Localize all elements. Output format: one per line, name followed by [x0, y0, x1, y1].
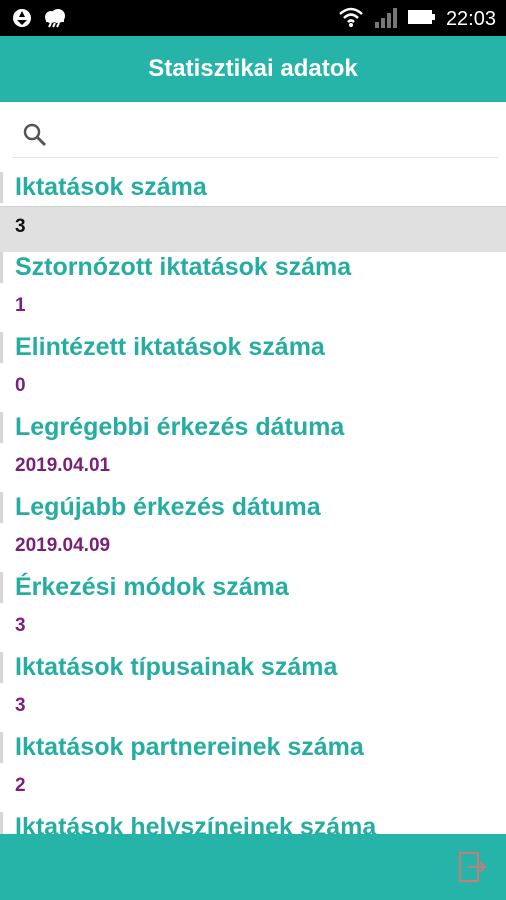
stat-item[interactable]: Legrégebbi érkezés dátuma 2019.04.01 — [0, 412, 506, 492]
stat-item[interactable]: Érkezési módok száma 3 — [0, 572, 506, 652]
battery-icon — [407, 8, 436, 31]
stat-value: 2019.04.01 — [15, 455, 111, 476]
wifi-icon — [338, 6, 364, 33]
aperture-icon — [12, 8, 32, 33]
stats-list[interactable]: Iktatások száma 3 Sztornózott iktatások sz… — [0, 172, 506, 834]
stat-item[interactable]: Elintézett iktatások száma 0 — [0, 332, 506, 412]
stat-value: 3 — [15, 695, 26, 716]
stat-value: 2 — [15, 775, 26, 796]
stat-label: Legújabb érkezés dátuma — [15, 493, 321, 521]
stat-item[interactable]: Legújabb érkezés dátuma 2019.04.09 — [0, 492, 506, 572]
search-bar[interactable] — [12, 110, 498, 158]
logout-icon[interactable] — [458, 851, 488, 883]
signal-icon — [374, 6, 398, 33]
stat-value: 1 — [15, 295, 26, 316]
stat-item[interactable]: Iktatások partnereinek száma 2 — [0, 732, 506, 812]
stat-value: 3 — [0, 206, 506, 252]
stat-label: Legrégebbi érkezés dátuma — [15, 413, 345, 441]
stat-label: Iktatások helyszíneinek száma — [15, 813, 377, 834]
stat-label: Iktatások típusainak száma — [15, 653, 338, 681]
stat-value: 3 — [15, 615, 26, 636]
bottom-bar — [0, 834, 506, 900]
stat-item[interactable]: Iktatások típusainak száma 3 — [0, 652, 506, 732]
stat-value: 2019.04.09 — [15, 535, 111, 556]
status-bar: 22:03 — [0, 0, 506, 36]
stat-label: Érkezési módok száma — [15, 573, 289, 601]
stat-label: Elintézett iktatások száma — [15, 333, 325, 361]
app-bar: Statisztikai adatok — [0, 36, 506, 102]
page-title: Statisztikai adatok — [148, 55, 358, 82]
stat-item[interactable]: Iktatások helyszíneinek száma — [0, 812, 506, 834]
status-time: 22:03 — [445, 8, 496, 30]
cloud-icon — [42, 8, 68, 33]
stat-value: 0 — [15, 375, 26, 396]
stat-label: Iktatások partnereinek száma — [15, 733, 364, 761]
search-input[interactable] — [60, 118, 484, 150]
stat-item[interactable]: Iktatások száma 3 — [0, 172, 506, 252]
stat-label: Sztornózott iktatások száma — [15, 253, 352, 281]
search-icon[interactable] — [22, 122, 48, 153]
stat-item[interactable]: Sztornózott iktatások száma 1 — [0, 252, 506, 332]
stat-label: Iktatások száma — [15, 173, 207, 201]
